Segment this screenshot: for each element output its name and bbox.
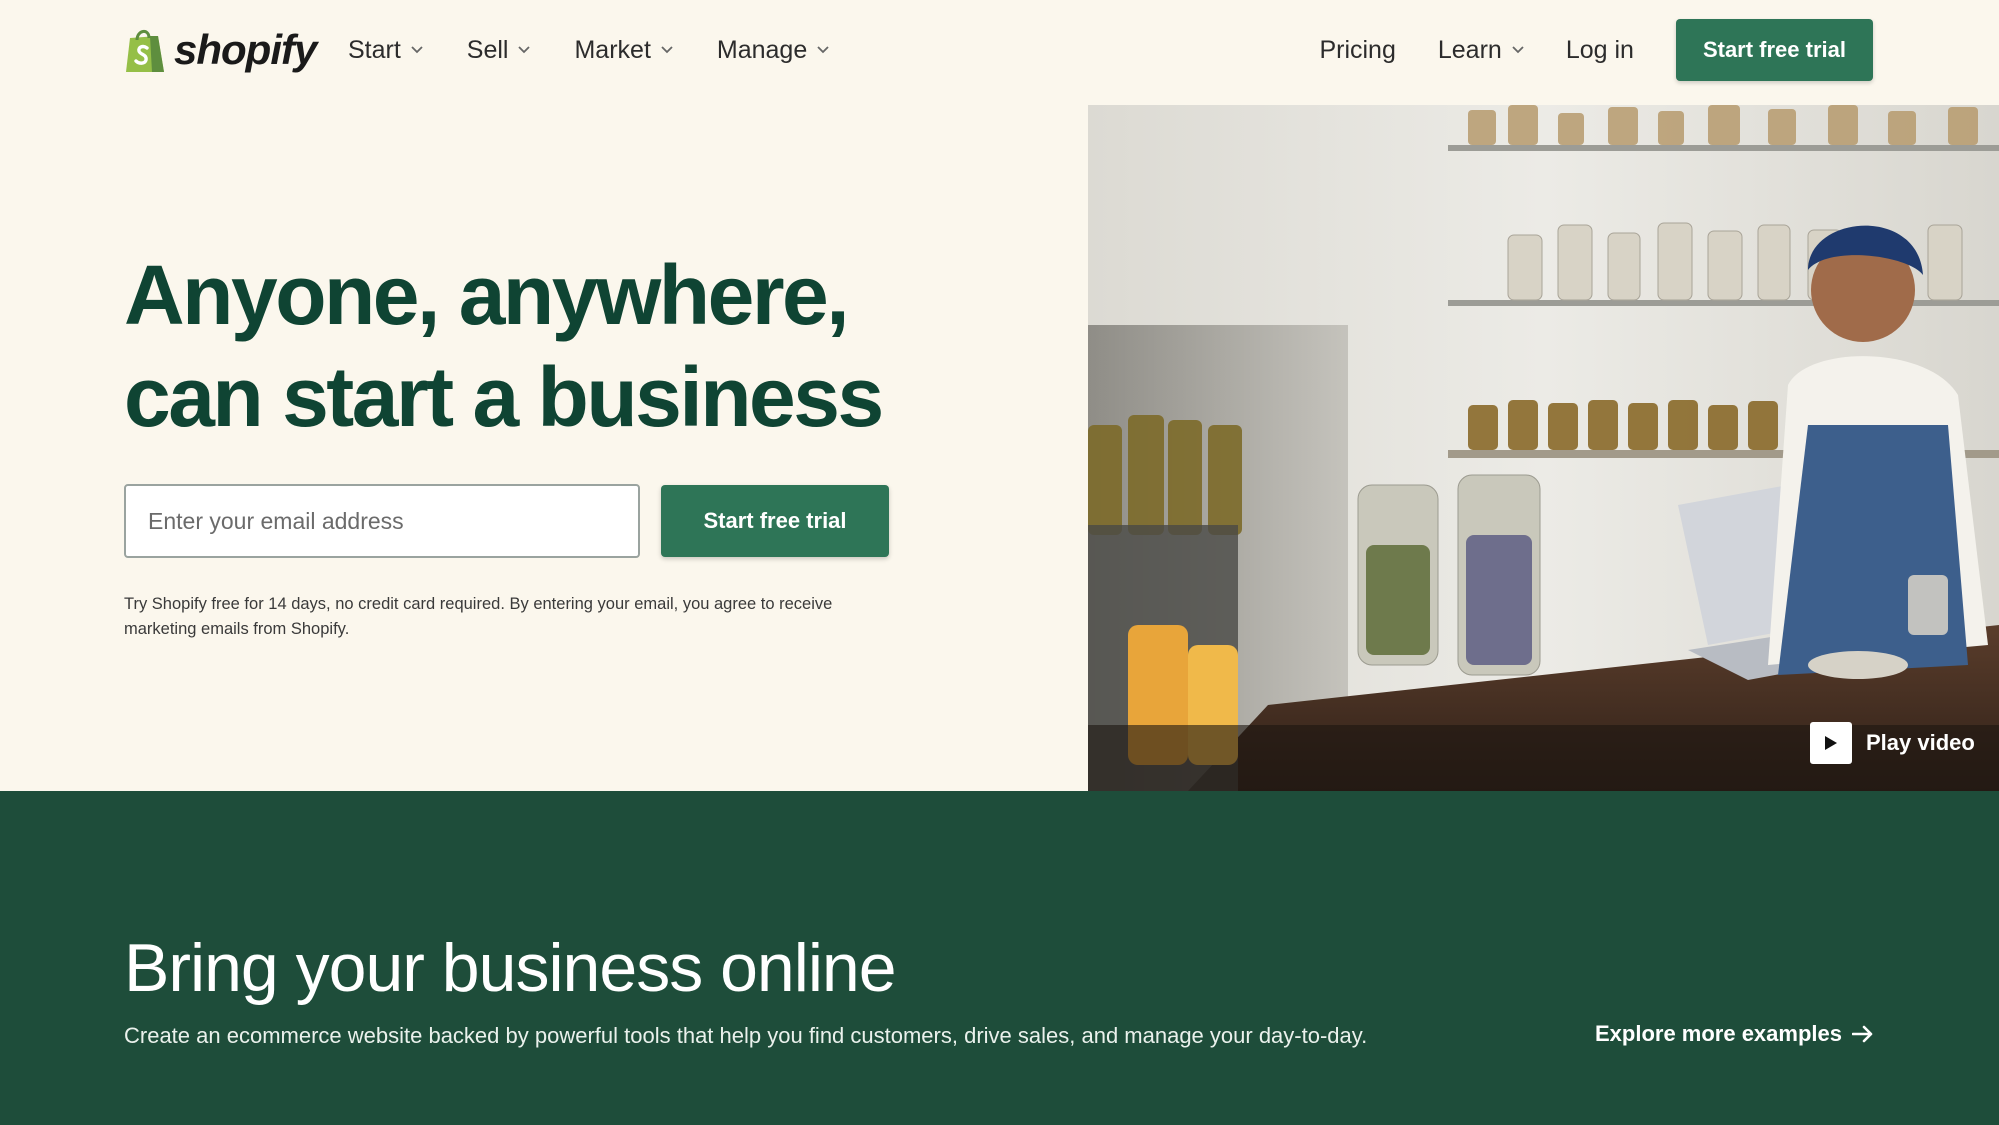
nav-pricing-label: Pricing xyxy=(1319,35,1396,64)
explore-examples-link[interactable]: Explore more examples xyxy=(1595,1021,1874,1047)
trial-disclaimer: Try Shopify free for 14 days, no credit … xyxy=(124,595,833,638)
nav-item-label: Manage xyxy=(716,35,808,64)
top-nav: shopify Start Sell Market Manage Pricing… xyxy=(0,0,1999,102)
explore-examples-label: Explore more examples xyxy=(1594,1021,1842,1046)
chevron-down-icon xyxy=(1512,46,1524,54)
page: shopify Start Sell Market Manage Pricing… xyxy=(0,0,1999,1125)
secondary-nav: Pricing Learn Log in Start free trial xyxy=(1319,19,1873,81)
section-title: Bring your business online xyxy=(124,930,897,1006)
chevron-down-icon xyxy=(817,46,829,54)
nav-item-label: Sell xyxy=(466,35,509,64)
online-section: Bring your business online Create an eco… xyxy=(0,791,1999,1125)
nav-item-manage[interactable]: Manage xyxy=(717,36,829,65)
nav-login-label: Log in xyxy=(1565,35,1634,64)
chevron-down-icon xyxy=(661,46,673,54)
nav-pricing-link[interactable]: Pricing xyxy=(1319,36,1395,65)
nav-item-label: Start xyxy=(348,35,401,64)
section-description: Create an ecommerce website backed by po… xyxy=(124,1023,1368,1048)
nav-login-link[interactable]: Log in xyxy=(1566,36,1634,65)
hero-heading: Anyone, anywhere, can start a business xyxy=(124,244,1024,448)
nav-item-market[interactable]: Market xyxy=(574,35,673,65)
primary-nav: Start Sell Market Manage xyxy=(348,28,829,72)
chevron-down-icon xyxy=(411,46,423,54)
play-video-button[interactable]: Play video xyxy=(1810,722,1975,764)
nav-learn-link[interactable]: Learn xyxy=(1438,36,1524,65)
arrow-right-icon xyxy=(1852,1025,1873,1043)
shop-owner-illustration xyxy=(1088,105,1999,791)
shopify-bag-icon xyxy=(126,30,164,72)
nav-item-sell[interactable]: Sell xyxy=(467,36,531,65)
logo-wordmark: shopify xyxy=(174,26,317,73)
nav-start-trial-button[interactable]: Start free trial xyxy=(1675,19,1873,81)
hero-heading-line1: Anyone, anywhere, xyxy=(124,248,850,342)
hero-image xyxy=(1088,105,1999,791)
nav-learn-label: Learn xyxy=(1437,35,1502,64)
hero-start-trial-button[interactable]: Start free trial xyxy=(661,485,889,557)
play-video-label: Play video xyxy=(1866,730,1975,755)
play-icon xyxy=(1810,722,1852,764)
nav-item-start[interactable]: Start xyxy=(348,36,423,65)
hero-heading-line2: can start a business xyxy=(124,350,884,444)
nav-item-label: Market xyxy=(574,35,651,64)
chevron-down-icon xyxy=(518,46,531,54)
email-input[interactable] xyxy=(124,484,640,558)
shopify-logo[interactable]: shopify xyxy=(124,24,317,76)
